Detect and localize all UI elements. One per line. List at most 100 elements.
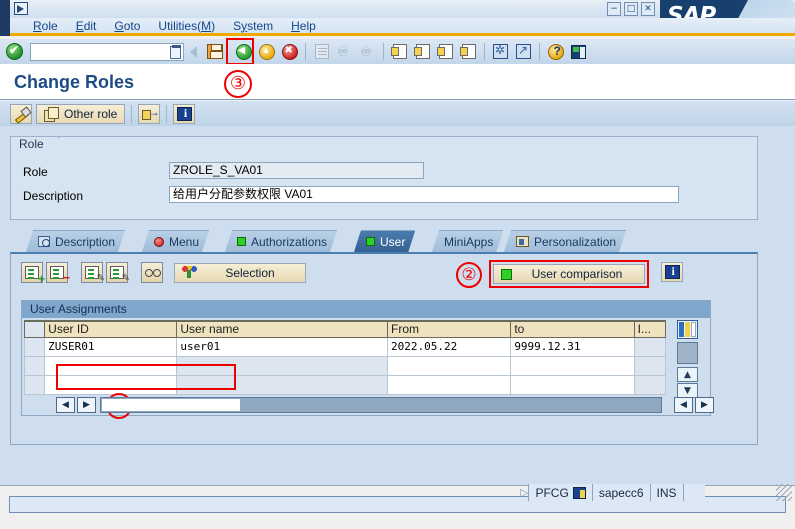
status-insert-mode[interactable]: INS (649, 484, 683, 501)
tab-user[interactable]: User (354, 230, 415, 252)
column-header-from[interactable]: From (387, 320, 512, 338)
role-field-label: Role (23, 165, 48, 179)
column-header-user-name[interactable]: User name (176, 320, 389, 338)
status-transaction[interactable]: PFCG (528, 484, 592, 501)
green-square-icon (501, 268, 512, 280)
first-page-button[interactable] (389, 41, 410, 62)
menu-item-utilities[interactable]: Utilities(M) (149, 19, 224, 33)
scroll-left-icon-2[interactable]: ◀ (674, 397, 693, 413)
status-spare (682, 484, 705, 501)
vertical-scrollbar-thumb[interactable] (677, 342, 698, 364)
row-selector[interactable] (23, 355, 46, 376)
table-row[interactable]: ZUSER01 user01 2022.05.22 9999.12.31 (23, 336, 667, 357)
insert-row-button[interactable]: + (21, 262, 45, 285)
row-selector[interactable] (23, 374, 46, 395)
horizontal-scrollbar-thumb[interactable] (101, 398, 241, 412)
find-button[interactable]: ♾ (334, 41, 355, 62)
system-menu-icon[interactable] (14, 2, 28, 15)
scroll-down-icon[interactable]: ▼ (677, 383, 698, 398)
help-question-icon (547, 43, 564, 60)
scroll-right-icon-2[interactable]: ▶ (695, 397, 714, 413)
cancel-x-icon (281, 43, 298, 60)
cell-from[interactable]: 2022.05.22 (387, 336, 512, 357)
cell-i[interactable] (633, 374, 667, 395)
session-icon[interactable] (572, 486, 586, 499)
cell-from[interactable] (387, 355, 512, 376)
cancel-button[interactable] (279, 41, 300, 62)
horizontal-scrollbar-track[interactable] (100, 397, 662, 413)
save-button[interactable] (204, 41, 225, 62)
annotation-1-highlight (56, 364, 236, 390)
column-header-i[interactable]: I... (633, 320, 667, 338)
print-button[interactable] (311, 41, 332, 62)
user-comparison-button[interactable]: User comparison (493, 264, 645, 284)
scroll-right-icon[interactable]: ▶ (77, 397, 96, 413)
cell-i[interactable] (633, 355, 667, 376)
copy-row-button[interactable]: ✎ (106, 262, 130, 284)
create-session-button[interactable] (490, 41, 511, 62)
column-config-icon[interactable] (677, 320, 698, 339)
tab-description[interactable]: Description (26, 230, 125, 252)
maximize-icon[interactable]: □ (624, 2, 638, 16)
tab-personalization[interactable]: Personalization (504, 230, 626, 252)
command-collapse-icon[interactable] (190, 45, 197, 58)
tab-authorizations[interactable]: Authorizations (225, 230, 337, 252)
row-selector[interactable] (23, 336, 46, 357)
user-comparison-highlight: User comparison (489, 260, 649, 288)
distribute-button[interactable] (138, 103, 161, 124)
enter-checkmark-icon[interactable] (6, 43, 23, 60)
status-expand-icon[interactable]: ▷ (520, 486, 528, 499)
tab-miniapps[interactable]: MiniApps (432, 230, 503, 252)
status-bar: ▷ PFCG sapecc6 INS (520, 483, 705, 502)
last-page-button[interactable] (458, 41, 479, 62)
menu-item-help[interactable]: Help (282, 19, 325, 33)
role-field-value[interactable]: ZROLE_S_VA01 (169, 162, 424, 179)
description-field-value[interactable]: 给用户分配参数权限 VA01 (169, 186, 679, 203)
menu-item-goto[interactable]: Goto (105, 19, 149, 33)
info-button[interactable] (173, 103, 196, 124)
previous-page-button[interactable] (412, 41, 433, 62)
menu-item-role[interactable]: Role (24, 19, 67, 33)
tab-menu[interactable]: Menu (142, 230, 209, 252)
cell-to[interactable]: 9999.12.31 (510, 336, 635, 357)
resize-grip[interactable] (776, 484, 792, 501)
exit-button[interactable] (256, 41, 277, 62)
command-input[interactable] (33, 44, 165, 59)
change-row-button[interactable]: ✎ (81, 262, 105, 284)
change-display-button[interactable] (10, 103, 32, 124)
create-shortcut-button[interactable] (513, 41, 534, 62)
selection-button[interactable]: Selection (174, 262, 306, 283)
pencil-icon (14, 107, 29, 121)
cell-to[interactable] (510, 374, 635, 395)
cell-from[interactable] (387, 374, 512, 395)
info-icon (664, 264, 680, 279)
delete-row-button[interactable]: − (46, 262, 70, 284)
layout-icon (571, 44, 586, 59)
cell-to[interactable] (510, 355, 635, 376)
distribute-icon (141, 105, 160, 121)
scroll-up-icon[interactable]: ▲ (677, 367, 698, 382)
cell-user-id[interactable]: ZUSER01 (44, 336, 178, 357)
status-system[interactable]: sapecc6 (591, 484, 650, 501)
column-header-to[interactable]: to (510, 320, 635, 338)
menu-item-edit[interactable]: Edit (67, 19, 106, 33)
minimize-icon[interactable]: − (607, 2, 621, 16)
command-field[interactable] (30, 42, 184, 61)
cell-i[interactable] (633, 336, 667, 357)
tab-strip: Description Menu Authorizations User Min… (10, 230, 758, 252)
column-header-user-id[interactable]: User ID (44, 320, 178, 338)
scroll-left-icon[interactable]: ◀ (56, 397, 75, 413)
help-button[interactable] (545, 41, 566, 62)
close-icon[interactable]: ✕ (641, 2, 655, 16)
layout-menu-button[interactable] (568, 41, 589, 62)
row-selector-header[interactable] (23, 320, 46, 338)
other-role-button[interactable]: Other role (36, 103, 126, 124)
display-selection-button[interactable] (141, 262, 163, 283)
user-tab-info-button[interactable] (661, 262, 683, 282)
command-history-icon[interactable] (170, 44, 181, 59)
cell-user-name[interactable]: user01 (176, 336, 389, 357)
next-page-button[interactable] (435, 41, 456, 62)
menu-item-system[interactable]: System (224, 19, 282, 33)
find-next-button[interactable]: ♾ (357, 41, 378, 62)
selection-label: Selection (225, 265, 275, 280)
